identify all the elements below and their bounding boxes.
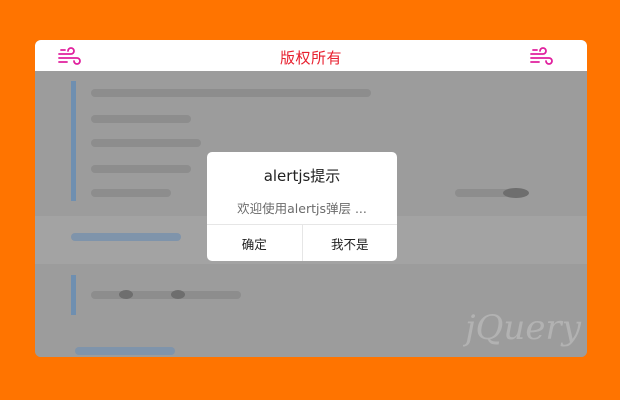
blurred-line [91, 89, 371, 97]
blurred-line [91, 115, 191, 123]
blurred-spot [503, 188, 529, 198]
blurred-line [91, 189, 171, 197]
blurred-line [71, 233, 181, 241]
wind-icon[interactable] [529, 47, 553, 67]
blurred-accent-bar [71, 81, 76, 201]
dialog-message: 欢迎使用alertjs弹层 ... [237, 201, 367, 216]
blurred-line [91, 291, 241, 299]
blurred-line [75, 347, 175, 355]
blurred-line [91, 165, 191, 173]
dialog-title: alertjs提示 [263, 167, 341, 185]
dialog-footer: 确定 我不是 [207, 224, 397, 261]
svg-text:jQuery: jQuery [463, 308, 582, 348]
blurred-accent-bar [71, 275, 76, 315]
cancel-button[interactable]: 我不是 [301, 225, 398, 261]
blurred-line [91, 139, 201, 147]
blurred-spot [171, 290, 185, 299]
confirm-button[interactable]: 确定 [207, 225, 302, 261]
watermark-logo: jQuery [463, 308, 582, 348]
top-header: 版权所有 [35, 40, 587, 71]
blurred-spot [119, 290, 133, 299]
alert-dialog: alertjs提示 欢迎使用alertjs弹层 ... 确定 我不是 [207, 152, 397, 261]
page-title: 版权所有 [279, 49, 342, 67]
